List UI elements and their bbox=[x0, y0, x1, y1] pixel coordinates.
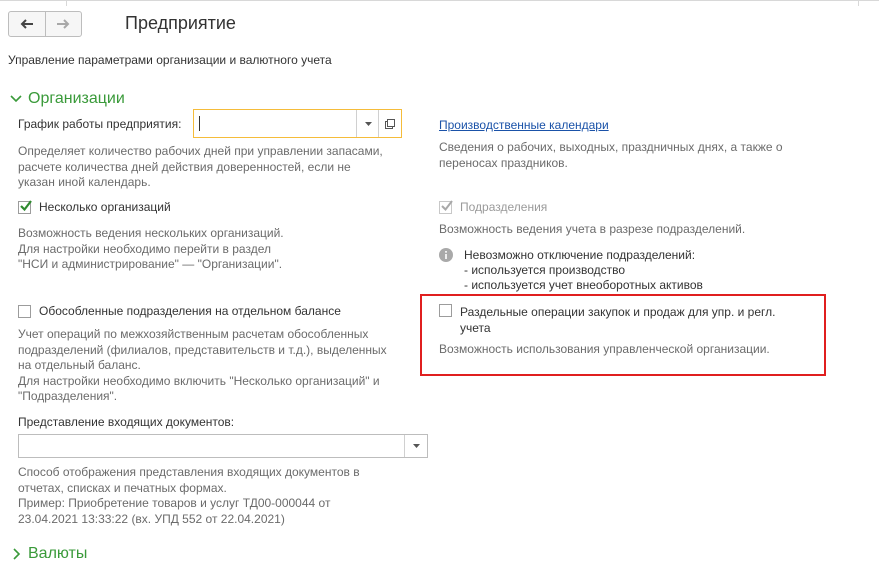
incoming-docs-label: Представление входящих документов: bbox=[18, 415, 235, 429]
page-title: Предприятие bbox=[125, 13, 236, 33]
subdivisions-hint: Возможность ведения учета в разрезе подр… bbox=[439, 222, 746, 236]
open-form-icon bbox=[385, 118, 395, 129]
work-schedule-hint: Определяет количество рабочих дней при у… bbox=[18, 144, 383, 189]
section-currencies-label: Валюты bbox=[28, 545, 88, 562]
separate-balance-label: Обособленные подразделения на отдельном … bbox=[39, 304, 341, 318]
separate-ops-checkbox[interactable] bbox=[439, 304, 452, 322]
work-schedule-dropdown-button[interactable] bbox=[356, 110, 379, 137]
multiple-orgs-checkbox[interactable] bbox=[18, 199, 32, 214]
separate-balance-checkbox[interactable] bbox=[18, 304, 31, 318]
subdivisions-info: Невозможно отключение подразделений: - и… bbox=[464, 248, 703, 292]
section-currencies[interactable]: Валюты bbox=[12, 545, 87, 563]
chevron-right-icon bbox=[13, 548, 21, 560]
chevron-down-icon bbox=[10, 95, 22, 103]
triangle-down-icon bbox=[412, 444, 420, 448]
work-schedule-label: График работы предприятия: bbox=[18, 117, 182, 131]
incoming-docs-hint: Способ отображения представления входящи… bbox=[18, 465, 360, 526]
forward-button[interactable] bbox=[44, 12, 82, 36]
section-organizations-label: Организации bbox=[28, 90, 125, 107]
arrow-right-icon bbox=[57, 19, 70, 29]
back-button[interactable] bbox=[9, 12, 45, 36]
calendars-hint: Сведения о рабочих, выходных, праздничны… bbox=[439, 140, 783, 170]
window-top-border bbox=[0, 0, 879, 6]
checkmark-icon bbox=[20, 199, 32, 211]
checkmark-icon bbox=[441, 199, 453, 211]
separate-balance-hint: Учет операций по межхозяйственным расчет… bbox=[18, 327, 387, 403]
work-schedule-field[interactable] bbox=[193, 109, 402, 138]
subdivisions-checkbox bbox=[439, 199, 453, 214]
production-calendars-link[interactable]: Производственные календари bbox=[439, 118, 609, 132]
multiple-orgs-option[interactable]: Несколько организаций bbox=[18, 199, 171, 214]
navigation-buttons bbox=[8, 11, 82, 37]
subdivisions-label: Подразделения bbox=[460, 200, 548, 214]
incoming-docs-select[interactable] bbox=[18, 434, 428, 458]
arrow-left-icon bbox=[20, 19, 33, 29]
section-organizations[interactable]: Организации bbox=[10, 90, 125, 108]
separate-balance-option[interactable]: Обособленные подразделения на отдельном … bbox=[18, 304, 341, 318]
text-cursor bbox=[199, 116, 200, 131]
triangle-down-icon bbox=[364, 121, 372, 126]
multiple-orgs-hint: Возможность ведения нескольких организац… bbox=[18, 226, 284, 271]
separate-ops-label[interactable]: Раздельные операции закупок и продаж для… bbox=[460, 304, 775, 336]
multiple-orgs-label: Несколько организаций bbox=[39, 200, 171, 214]
work-schedule-open-button[interactable] bbox=[378, 110, 401, 137]
page-subtitle: Управление параметрами организации и вал… bbox=[8, 53, 332, 67]
incoming-docs-dropdown-button[interactable] bbox=[404, 435, 427, 457]
subdivisions-option: Подразделения bbox=[439, 199, 548, 214]
info-icon bbox=[439, 248, 453, 267]
separate-ops-hint: Возможность использования управленческой… bbox=[439, 342, 770, 356]
